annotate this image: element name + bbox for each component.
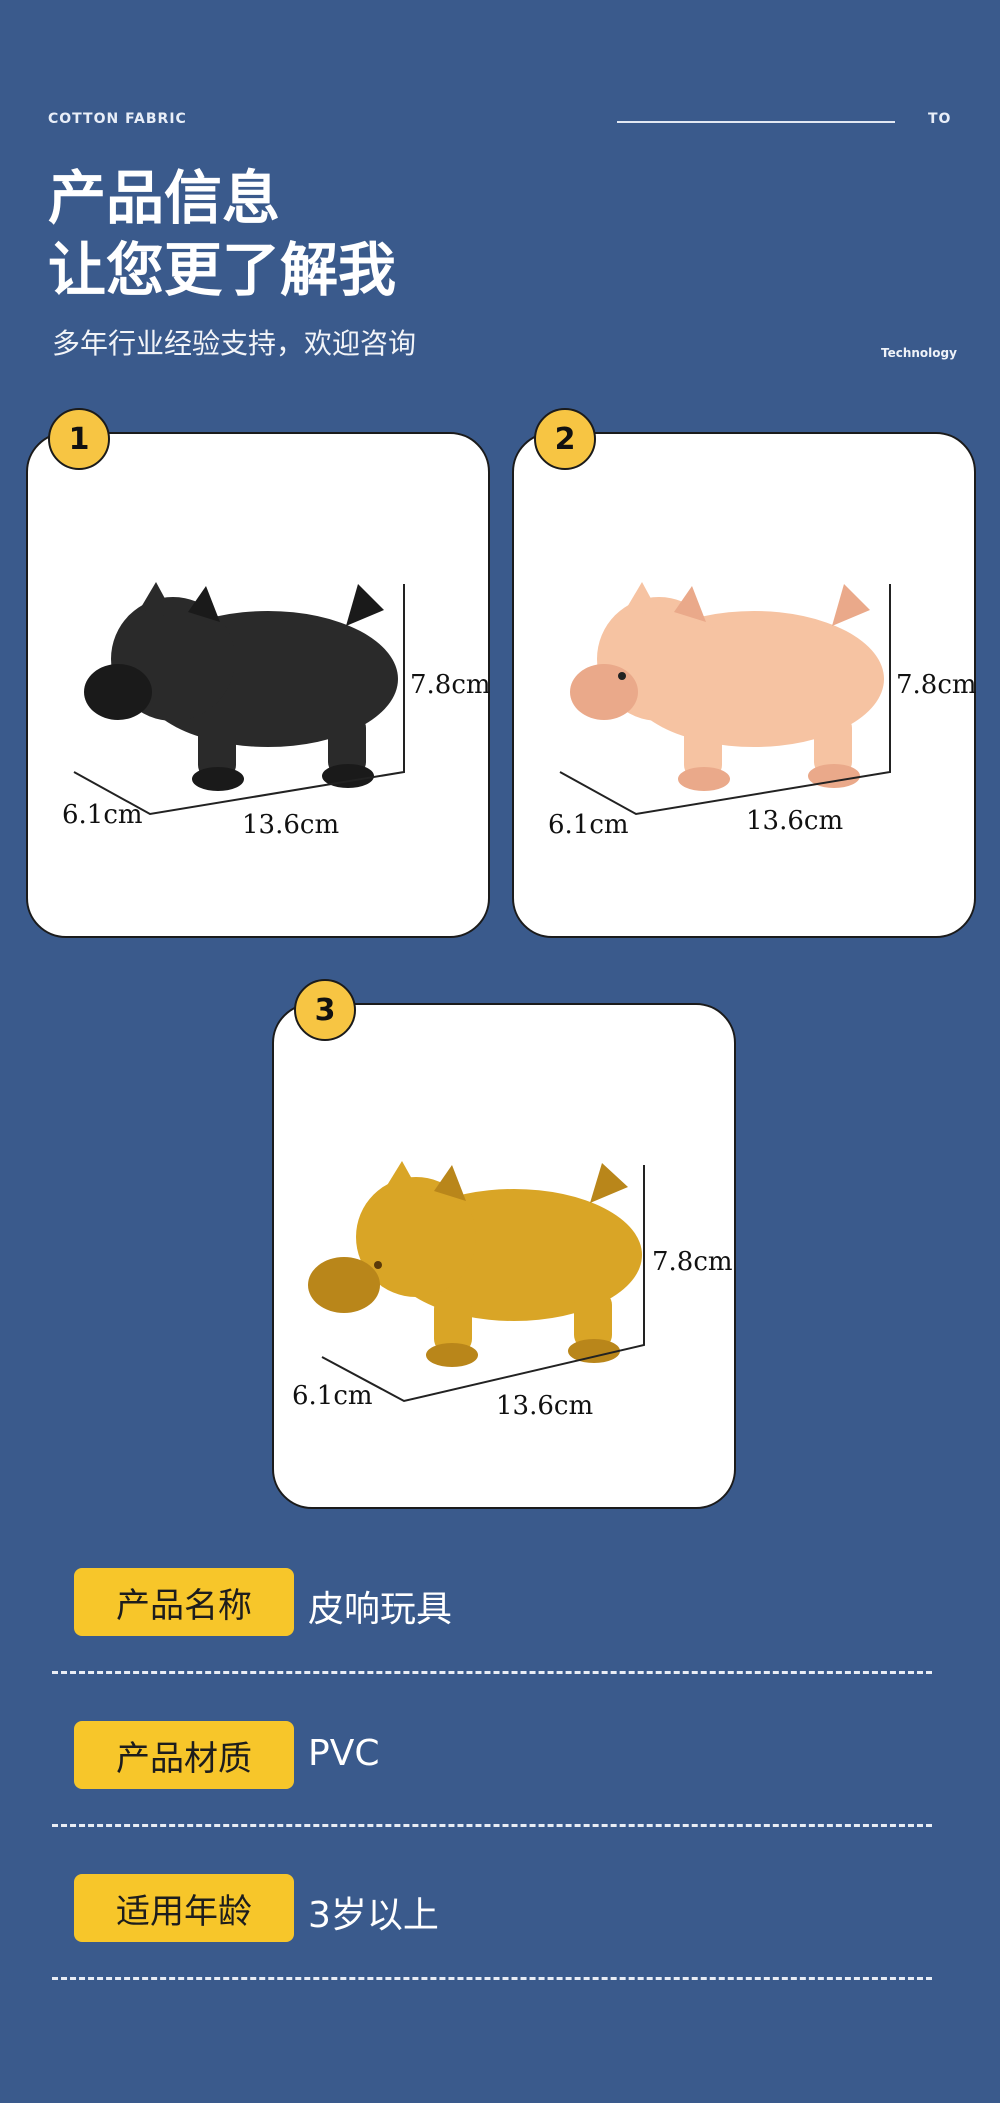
length-label: 13.6cm: [496, 1391, 594, 1421]
length-label: 13.6cm: [242, 810, 340, 840]
dashed-divider: [52, 1671, 932, 1674]
depth-label: 6.1cm: [548, 810, 629, 840]
height-label: 7.8cm: [896, 670, 977, 700]
product-card-1: 7.8cm 6.1cm 13.6cm: [26, 432, 491, 938]
title-line-2: 让您更了解我: [48, 236, 397, 304]
pig-illustration: [308, 1161, 642, 1367]
length-label: 13.6cm: [746, 806, 844, 836]
dashed-divider: [52, 1824, 932, 1827]
height-label: 7.8cm: [410, 670, 491, 700]
spec-value-name: 皮响玩具: [308, 1589, 453, 1630]
product-number-badge-2: 2: [534, 408, 596, 470]
technology-label: Technology: [881, 346, 957, 360]
spec-value-material: PVC: [308, 1733, 380, 1774]
spec-label-material: 产品材质: [74, 1721, 294, 1789]
product-number-badge-3: 3: [294, 979, 356, 1041]
pig-illustration: [570, 582, 884, 791]
product-card-2: 7.8cm 6.1cm 13.6cm: [512, 432, 977, 938]
height-label: 7.8cm: [652, 1247, 733, 1277]
depth-label: 6.1cm: [62, 800, 143, 830]
pig-illustration: [84, 582, 398, 791]
cotton-fabric-label: COTTON FABRIC: [48, 111, 187, 127]
header-divider-line: [617, 121, 895, 123]
subtitle: 多年行业经验支持，欢迎咨询: [52, 327, 417, 360]
to-label: TO: [928, 111, 952, 127]
spec-label-age: 适用年龄: [74, 1874, 294, 1942]
spec-label-name: 产品名称: [74, 1568, 294, 1636]
product-number-badge-1: 1: [48, 408, 110, 470]
title-line-1: 产品信息: [48, 164, 281, 232]
product-card-3: 7.8cm 6.1cm 13.6cm: [272, 1003, 736, 1509]
dashed-divider: [52, 1977, 932, 1980]
depth-label: 6.1cm: [292, 1381, 373, 1411]
spec-value-age: 3岁以上: [308, 1895, 439, 1936]
